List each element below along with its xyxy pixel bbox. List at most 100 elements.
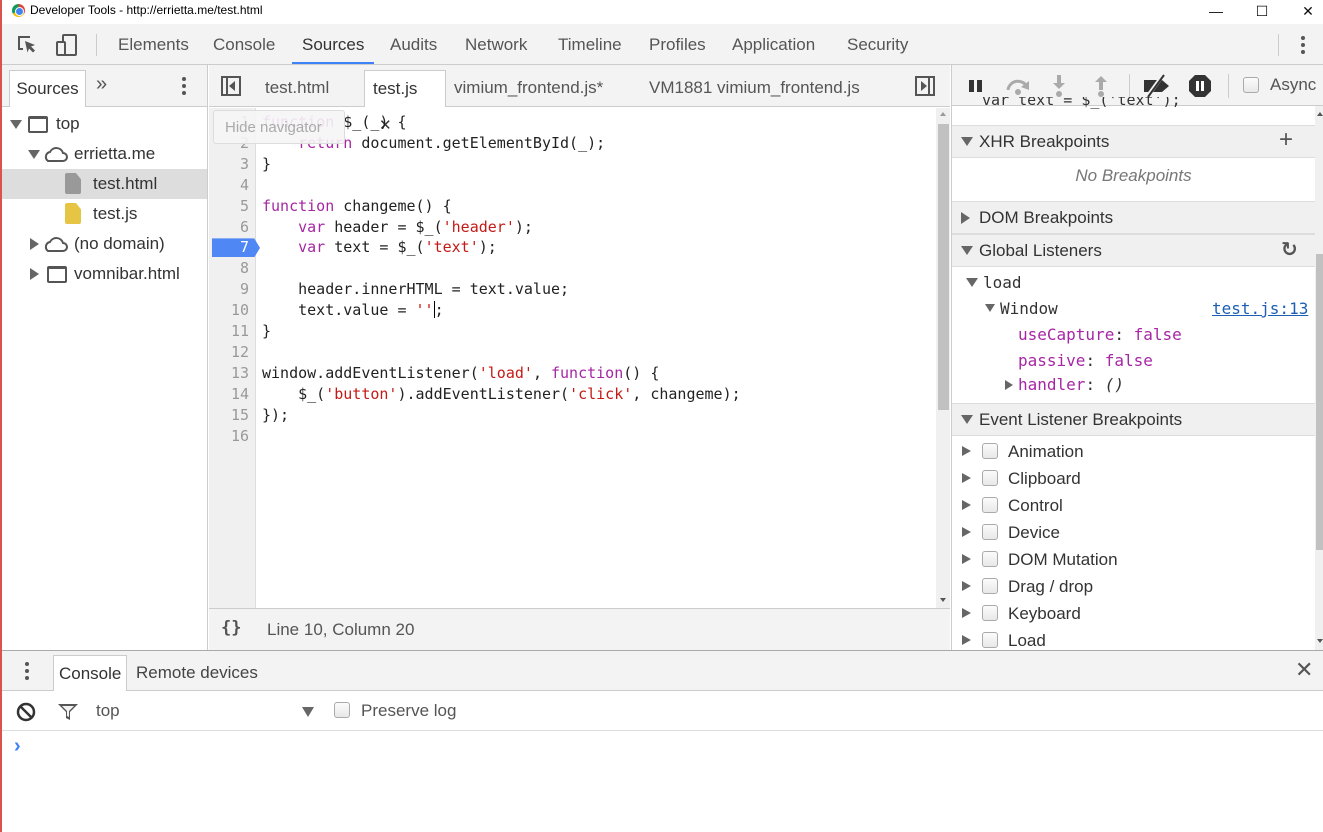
code-line[interactable]: 15}); — [209, 405, 939, 426]
category-checkbox[interactable] — [982, 524, 998, 540]
global-listeners-header[interactable]: Global Listeners ↻ — [952, 234, 1315, 267]
context-selector[interactable]: top — [94, 691, 322, 731]
source-link[interactable]: test.js:13 — [1212, 296, 1308, 322]
collapse-arrow-icon[interactable] — [962, 527, 971, 537]
drawer-tab-remote-devices[interactable]: Remote devices — [131, 655, 263, 691]
collapse-arrow-icon[interactable] — [962, 500, 971, 510]
category-checkbox[interactable] — [982, 578, 998, 594]
code-line[interactable]: 8 — [209, 258, 939, 279]
tab-network[interactable]: Network — [463, 24, 529, 64]
tree-item-test-html[interactable]: test.html — [2, 169, 207, 199]
tab-elements[interactable]: Elements — [116, 24, 191, 64]
scroll-up-icon[interactable] — [940, 112, 946, 116]
event-category-item[interactable]: Control — [952, 492, 1315, 519]
code-line[interactable]: 14 $_('button').addEventListener('click'… — [209, 384, 939, 405]
tab-console[interactable]: Console — [211, 24, 277, 64]
inspect-element-button[interactable] — [15, 33, 39, 57]
collapse-arrow-icon[interactable] — [962, 581, 971, 591]
line-number[interactable]: 5 — [209, 196, 249, 217]
scrollbar-thumb[interactable] — [938, 124, 949, 410]
code-line[interactable]: 16 — [209, 426, 939, 447]
tab-timeline[interactable]: Timeline — [556, 24, 624, 64]
category-checkbox[interactable] — [982, 497, 998, 513]
editor-tab-test-js[interactable]: test.js ✕ — [364, 70, 446, 134]
line-number[interactable]: 10 — [209, 300, 249, 321]
navigator-tab-sources[interactable]: Sources — [9, 70, 86, 107]
line-number[interactable]: 13 — [209, 363, 249, 384]
collapse-arrow-icon[interactable] — [30, 238, 39, 250]
minimize-button[interactable]: — — [1193, 0, 1239, 22]
tab-application[interactable]: Application — [730, 24, 817, 64]
scroll-down-icon[interactable] — [1317, 639, 1323, 643]
code-line[interactable]: 5 function changeme() { — [209, 196, 939, 217]
listener-prop-handler[interactable]: handler: () — [952, 372, 1315, 398]
line-number[interactable]: 4 — [209, 175, 249, 196]
category-checkbox[interactable] — [982, 632, 998, 648]
event-category-item[interactable]: Animation — [952, 438, 1315, 465]
category-checkbox[interactable] — [982, 443, 998, 459]
collapse-arrow-icon[interactable] — [962, 554, 971, 564]
xhr-breakpoints-header[interactable]: XHR Breakpoints + — [952, 125, 1315, 158]
scroll-up-icon[interactable] — [1317, 112, 1323, 116]
maximize-button[interactable]: ☐ — [1239, 0, 1285, 22]
tree-item-top[interactable]: top — [2, 109, 207, 139]
pretty-print-button[interactable]: {} — [221, 618, 241, 638]
line-number[interactable]: 6 — [209, 217, 249, 238]
dom-breakpoints-header[interactable]: DOM Breakpoints — [952, 201, 1315, 234]
category-checkbox[interactable] — [982, 470, 998, 486]
code-line[interactable]: 4 — [209, 175, 939, 196]
tree-item-test-js[interactable]: test.js — [2, 199, 207, 229]
line-number[interactable]: 7 — [209, 237, 249, 258]
category-checkbox[interactable] — [982, 605, 998, 621]
tree-item-vomnibar[interactable]: vomnibar.html — [2, 259, 207, 289]
line-number[interactable]: 16 — [209, 426, 249, 447]
listener-event-load[interactable]: load — [952, 270, 1315, 296]
customize-menu-button[interactable] — [1298, 35, 1308, 55]
expand-arrow-icon[interactable] — [28, 150, 40, 159]
line-number[interactable]: 8 — [209, 258, 249, 279]
event-category-item[interactable]: Load — [952, 627, 1315, 650]
editor-tab-vimium-frontend[interactable]: vimium_frontend.js* — [446, 70, 611, 107]
event-category-item[interactable]: Device — [952, 519, 1315, 546]
editor-tab-vm1881[interactable]: VM1881 vimium_frontend.js — [641, 70, 868, 107]
event-category-item[interactable]: Keyboard — [952, 600, 1315, 627]
scrollbar-thumb[interactable] — [1316, 254, 1323, 550]
code-line[interactable]: 12 — [209, 342, 939, 363]
code-line[interactable]: 6 var header = $_('header'); — [209, 217, 939, 238]
filter-button[interactable] — [57, 703, 79, 726]
collapse-arrow-icon[interactable] — [30, 268, 39, 280]
add-xhr-breakpoint-icon[interactable]: + — [1279, 124, 1293, 155]
tree-item-errietta[interactable]: errietta.me — [2, 139, 207, 169]
line-number[interactable]: 15 — [209, 405, 249, 426]
code-line[interactable]: 11} — [209, 321, 939, 342]
line-number[interactable]: 3 — [209, 154, 249, 175]
tab-profiles[interactable]: Profiles — [647, 24, 708, 64]
event-listener-breakpoints-header[interactable]: Event Listener Breakpoints — [952, 403, 1315, 436]
editor-scrollbar[interactable] — [936, 108, 950, 608]
toggle-navigator-button[interactable] — [221, 76, 241, 101]
drawer-tab-console[interactable]: Console — [53, 655, 128, 691]
code-line[interactable]: 3} — [209, 154, 939, 175]
category-checkbox[interactable] — [982, 551, 998, 567]
event-category-item[interactable]: DOM Mutation — [952, 546, 1315, 573]
collapse-arrow-icon[interactable] — [962, 446, 971, 456]
console-input[interactable] — [32, 735, 1312, 825]
line-number[interactable]: 9 — [209, 279, 249, 300]
line-number[interactable]: 11 — [209, 321, 249, 342]
code-line[interactable]: 9 header.innerHTML = text.value; — [209, 279, 939, 300]
async-checkbox[interactable] — [1243, 77, 1259, 93]
collapse-arrow-icon[interactable] — [962, 635, 971, 645]
code-area[interactable]: 1function $_(_) {2 return document.getEl… — [209, 112, 936, 608]
navigator-menu-button[interactable] — [179, 76, 189, 101]
collapse-arrow-icon[interactable] — [962, 608, 971, 618]
expand-arrow-icon[interactable] — [10, 120, 22, 129]
pause-on-exceptions-button[interactable] — [1188, 74, 1212, 103]
pause-resume-button[interactable] — [967, 78, 985, 99]
event-category-item[interactable]: Clipboard — [952, 465, 1315, 492]
more-tabs-button[interactable]: » — [96, 73, 107, 96]
toggle-debugger-button[interactable] — [915, 76, 935, 101]
sidebar-scrollbar[interactable] — [1315, 106, 1323, 650]
code-line[interactable]: 13 window.addEventListener('load', functi… — [209, 363, 939, 384]
tree-item-no-domain[interactable]: (no domain) — [2, 229, 207, 259]
scroll-down-icon[interactable] — [940, 598, 946, 602]
